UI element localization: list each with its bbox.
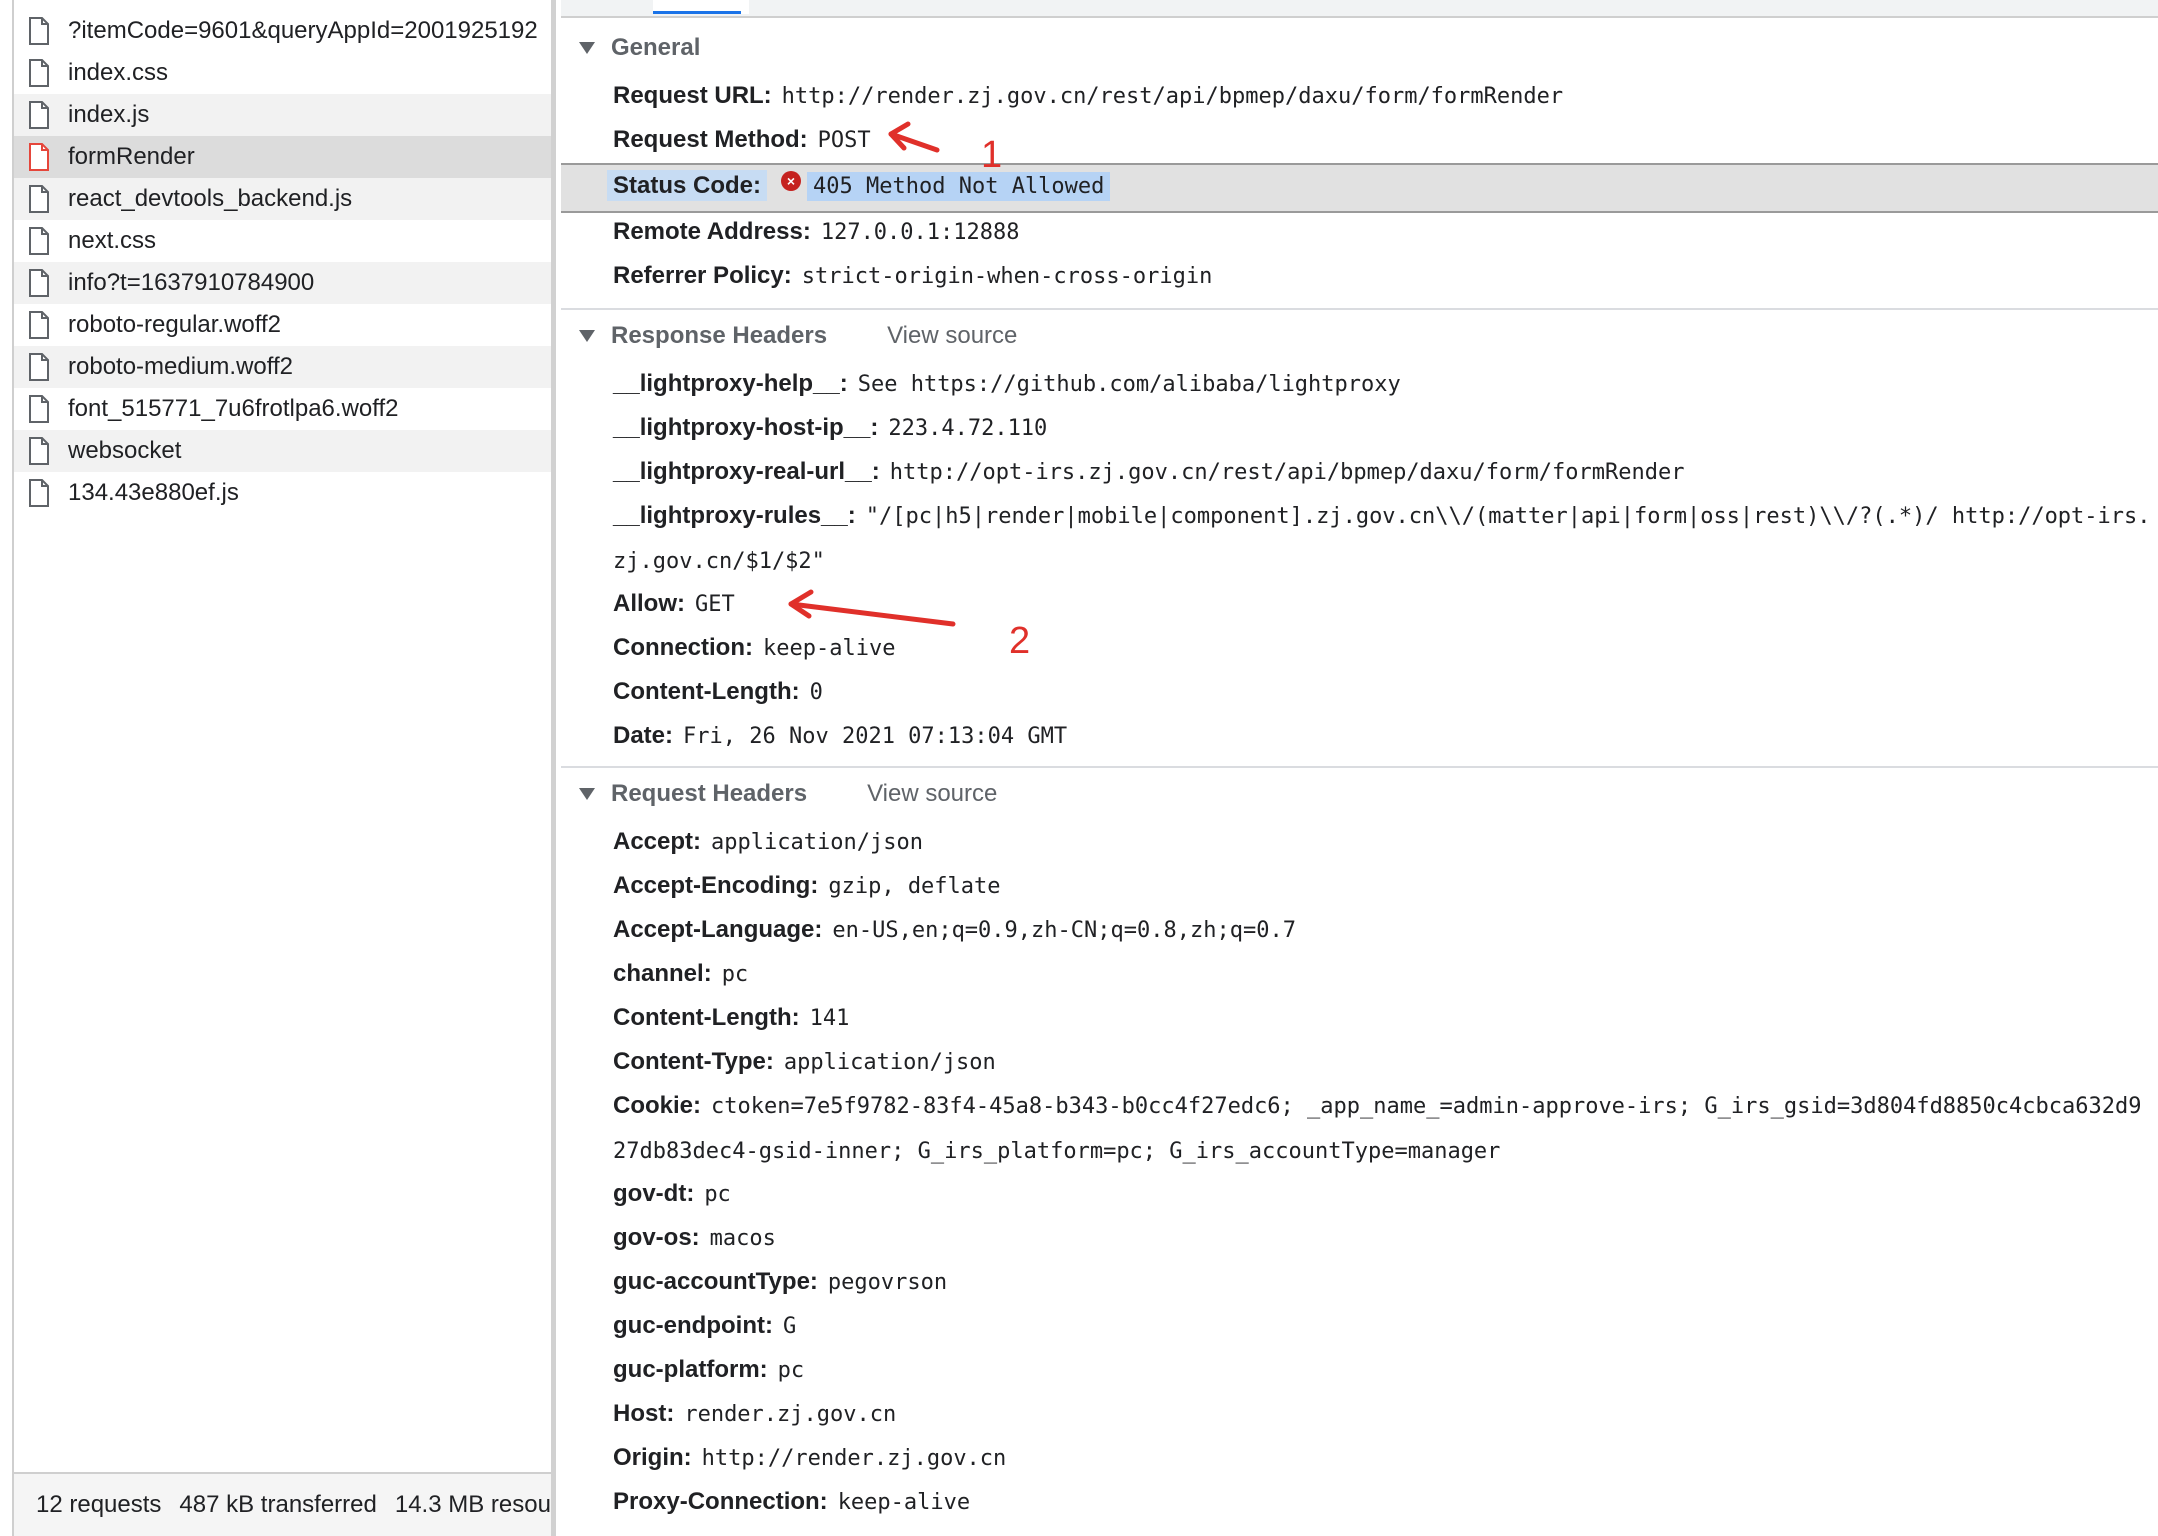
file-icon [28,394,68,424]
request-name: ?itemCode=9601&queryAppId=2001925192 [68,17,538,44]
resources-size: 14.3 MB resourc [394,1491,551,1518]
request-name: formRender [68,143,195,170]
request-list-item[interactable]: react_devtools_backend.js [14,178,551,220]
requests-count: 12 requests [36,1491,162,1518]
request-name: roboto-regular.woff2 [68,311,282,338]
headers-pane: General Request URL: http://render.zj.gov… [561,0,2158,1536]
file-icon [28,142,68,172]
file-icon [28,16,68,46]
request-name: font_515771_7u6frotlpa6.woff2 [68,395,399,422]
file-icon [28,268,68,298]
request-list-item[interactable]: index.js [14,94,551,136]
request-name: 134.43e880ef.js [68,479,239,506]
request-list-item[interactable]: ?itemCode=9601&queryAppId=2001925192 [14,10,551,52]
request-list-pane: ?itemCode=9601&queryAppId=2001925192 inde… [0,0,556,1536]
network-summary-bar: 12 requests 487 kB transferred 14.3 MB r… [14,1472,551,1536]
annotation-number-1: 1 [981,134,1003,176]
transferred-size: 487 kB transferred [179,1491,377,1518]
request-list-item[interactable]: index.css [14,52,551,94]
annotation-number-2: 2 [1009,620,1031,662]
request-list-item[interactable]: formRender [14,136,551,178]
file-icon [28,58,68,88]
request-name: react_devtools_backend.js [68,185,353,212]
file-icon [28,352,68,382]
file-icon [28,310,68,340]
file-icon [28,478,68,508]
request-name: index.css [68,59,169,86]
request-list-item[interactable]: 134.43e880ef.js [14,472,551,514]
request-list-item[interactable]: websocket [14,430,551,472]
request-name: websocket [68,437,182,464]
file-icon [28,436,68,466]
file-icon [28,226,68,256]
request-name: index.js [68,101,150,128]
file-icon [28,184,68,214]
request-name: info?t=1637910784900 [68,269,315,296]
request-list: ?itemCode=9601&queryAppId=2001925192 inde… [14,10,551,514]
request-list-item[interactable]: roboto-regular.woff2 [14,304,551,346]
file-icon [28,100,68,130]
annotation-arrows [788,121,956,627]
request-name: roboto-medium.woff2 [68,353,293,380]
arrow-2-shaft [788,601,956,627]
request-list-item[interactable]: roboto-medium.woff2 [14,346,551,388]
request-name: next.css [68,227,157,254]
request-list-item[interactable]: font_515771_7u6frotlpa6.woff2 [14,388,551,430]
request-list-item[interactable]: info?t=1637910784900 [14,262,551,304]
request-list-item[interactable]: next.css [14,220,551,262]
